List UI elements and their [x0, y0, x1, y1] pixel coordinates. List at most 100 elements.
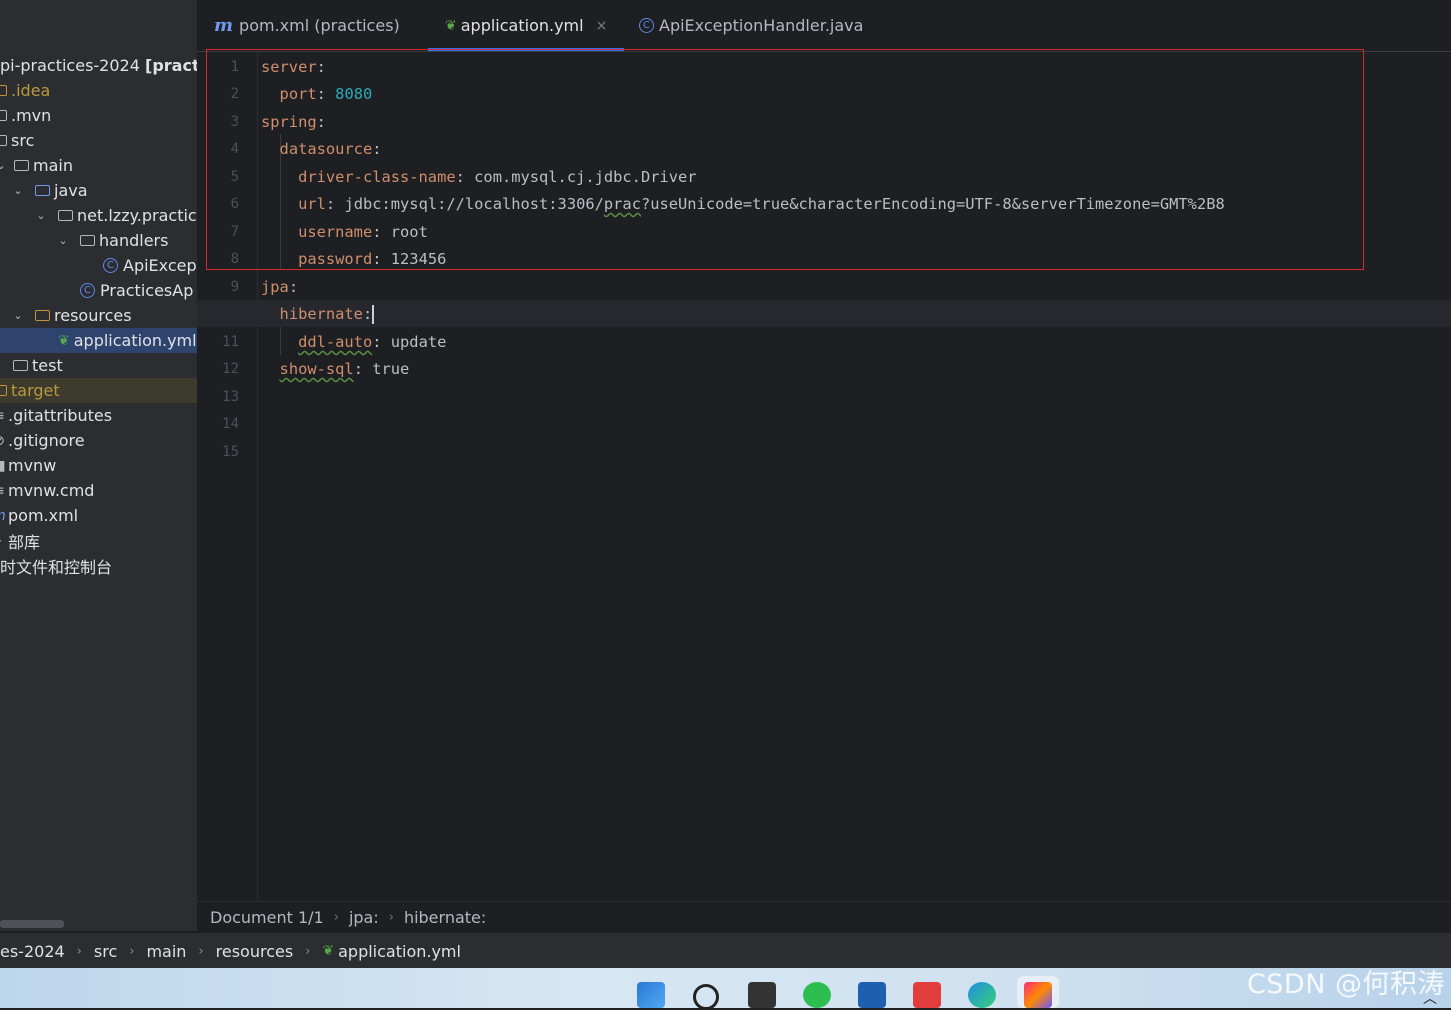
tree-item-label: test — [32, 356, 63, 375]
tree-item-label: .idea — [11, 81, 51, 100]
line-number: 11 — [222, 334, 239, 350]
yaml-colon: : — [455, 168, 475, 186]
wechat-icon[interactable] — [803, 982, 831, 1008]
chevron-down-icon[interactable]: ⌄ — [34, 209, 48, 222]
nav-project[interactable]: es-2024 — [0, 942, 65, 961]
chevron-down-icon[interactable]: ⌄ — [0, 159, 8, 172]
tree-item-external-libraries[interactable]: ›部库 — [0, 528, 197, 553]
netease-music-icon[interactable] — [913, 982, 941, 1008]
navigation-bar: es-2024 › src › main › resources › ❦ appl… — [0, 932, 1451, 969]
yaml-colon: : — [288, 278, 299, 296]
nav-main[interactable]: main — [146, 942, 186, 961]
chevron-right-icon: › — [333, 909, 339, 925]
line-number: 3 — [230, 114, 239, 130]
chevron-down-icon[interactable]: ⌄ — [11, 309, 25, 322]
windows-start-icon[interactable] — [637, 982, 665, 1008]
line-number: 7 — [230, 224, 239, 240]
sidebar-scrollbar[interactable] — [0, 920, 64, 928]
edge-icon[interactable] — [968, 982, 996, 1008]
tree-item-idea[interactable]: .idea — [0, 78, 197, 103]
code-line-2: port: 8080 — [261, 81, 373, 108]
tree-item-resources[interactable]: ⌄ resources — [0, 303, 197, 328]
close-icon[interactable]: × — [596, 18, 608, 34]
nav-application-yml[interactable]: application.yml — [338, 942, 461, 961]
tree-item-label: handlers — [99, 231, 169, 250]
chevron-right-icon: › — [198, 943, 204, 959]
tree-item-mvnw-cmd[interactable]: ≡mvnw.cmd — [0, 478, 197, 503]
chevron-down-icon[interactable]: ⌄ — [11, 184, 25, 197]
chevron-down-icon[interactable]: ⌄ — [56, 234, 70, 247]
chevron-right-icon: › — [76, 943, 82, 959]
tree-item-pom-xml[interactable]: mpom.xml — [0, 503, 197, 528]
tree-item-src[interactable]: src — [0, 128, 197, 153]
tree-item-mvnw[interactable]: ■mvnw — [0, 453, 197, 478]
tree-item-scratches[interactable]: 时文件和控制台 — [0, 553, 197, 578]
windows-taskbar — [0, 968, 1451, 1010]
tree-item-package[interactable]: ⌄ net.lzzy.practic — [0, 203, 197, 228]
tab-application-yml[interactable]: ❦ application.yml × — [445, 0, 607, 51]
tree-item-handlers[interactable]: ⌄ handlers — [0, 228, 197, 253]
folder-icon — [13, 360, 28, 371]
store-icon[interactable] — [858, 982, 886, 1008]
tab-pom-xml[interactable]: m pom.xml (practices) — [214, 0, 400, 51]
tree-item-application-yml[interactable]: ❦ application.yml — [0, 328, 197, 353]
yaml-colon: : — [316, 113, 326, 131]
tree-item-label: java — [54, 181, 88, 200]
resources-folder-icon — [35, 310, 50, 321]
package-icon — [80, 235, 95, 246]
breadcrumb-hibernate[interactable]: hibernate: — [404, 908, 486, 927]
line-number: 6 — [230, 196, 239, 212]
search-icon[interactable] — [693, 984, 719, 1010]
chevron-up-icon[interactable]: ︿ — [1423, 988, 1437, 1008]
excluded-folder-icon — [0, 385, 7, 396]
tree-item-label: .mvn — [11, 106, 52, 125]
yaml-value: jdbc:mysql://localhost:3306/ — [344, 195, 604, 213]
tab-api-exception-handler[interactable]: C ApiExceptionHandler.java — [639, 0, 863, 51]
yaml-colon: : — [325, 195, 345, 213]
tree-item-label: pi-practices-2024 — [0, 56, 140, 75]
editor-tabs: m pom.xml (practices) ❦ application.yml × C… — [197, 0, 1451, 52]
tree-item-label: application.yml — [73, 331, 197, 350]
tree-item-practices-application[interactable]: C PracticesAp — [0, 278, 197, 303]
tree-item-label: target — [11, 381, 60, 400]
yaml-key: ddl-auto — [298, 333, 373, 351]
breadcrumb-document[interactable]: Document 1/1 — [210, 908, 324, 927]
nav-src[interactable]: src — [94, 942, 117, 961]
yaml-key: jpa — [261, 278, 289, 296]
nav-resources[interactable]: resources — [216, 942, 294, 961]
maven-icon: m — [214, 15, 234, 36]
tree-item-main[interactable]: ⌄ main — [0, 153, 197, 178]
yaml-key: show-sql — [279, 360, 354, 378]
text-file-icon: ≡ — [0, 408, 6, 424]
tree-item-label: PracticesAp — [100, 281, 194, 300]
spring-leaf-icon: ❦ — [445, 17, 457, 34]
tree-item-test[interactable]: test — [0, 353, 197, 378]
spring-leaf-icon: ❦ — [58, 332, 70, 349]
line-number: 13 — [222, 389, 239, 405]
folder-icon — [0, 85, 7, 96]
tree-item-gitattributes[interactable]: ≡.gitattributes — [0, 403, 197, 428]
tree-item-target[interactable]: target — [0, 378, 197, 403]
script-file-icon: ■ — [0, 458, 6, 474]
tree-item-java[interactable]: ⌄ java — [0, 178, 197, 203]
ignore-file-icon: ⊘ — [0, 433, 6, 449]
code-editor[interactable]: server: port: 8080 spring: datasource: d… — [197, 52, 1451, 900]
tree-item-api-exception-handler[interactable]: C ApiExcep — [0, 253, 197, 278]
yaml-value: update — [390, 333, 447, 351]
project-tree: pi-practices-2024 [pract .idea .mvn src … — [0, 0, 198, 931]
breadcrumb-jpa[interactable]: jpa: — [349, 908, 379, 927]
code-line-4: datasource: — [261, 136, 382, 163]
folder-icon — [0, 110, 7, 121]
yaml-key: datasource — [279, 140, 373, 158]
tree-item-mvn[interactable]: .mvn — [0, 103, 197, 128]
tree-item-label: 时文件和控制台 — [0, 557, 113, 577]
tree-item-project-root[interactable]: pi-practices-2024 [pract — [0, 53, 197, 78]
yaml-value: 123456 — [390, 250, 447, 268]
yaml-key: password — [298, 250, 373, 268]
folder-icon — [14, 160, 29, 171]
task-view-icon[interactable] — [748, 982, 776, 1008]
tree-item-gitignore[interactable]: ⊘.gitignore — [0, 428, 197, 453]
editor-breadcrumb: Document 1/1 › jpa: › hibernate: — [197, 901, 1451, 932]
tree-item-suffix: [pract — [145, 56, 198, 75]
tree-item-label: mvnw.cmd — [8, 481, 95, 500]
